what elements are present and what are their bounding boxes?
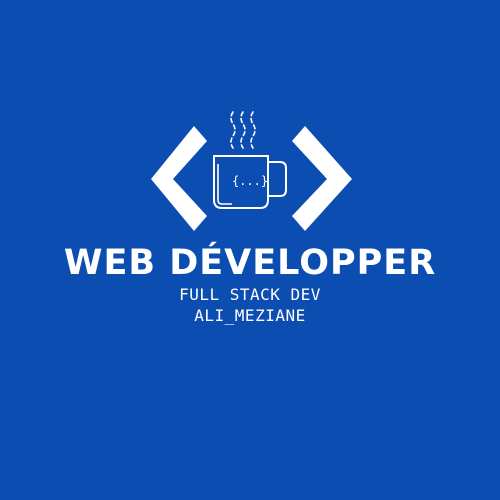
right-chevron-icon (292, 126, 352, 231)
author-name: ALI_MEZIANE (194, 306, 306, 325)
logo-canvas: {...} WEB DÉVELOPPER FULL STACK DEV ALI_… (0, 0, 500, 500)
page-title: WEB DÉVELOPPER (63, 243, 437, 283)
left-chevron-icon (151, 126, 207, 231)
logo-art: {...} (151, 111, 352, 231)
subtitle: FULL STACK DEV (179, 285, 321, 304)
steam-icon (230, 111, 256, 149)
mug-label: {...} (232, 174, 268, 188)
